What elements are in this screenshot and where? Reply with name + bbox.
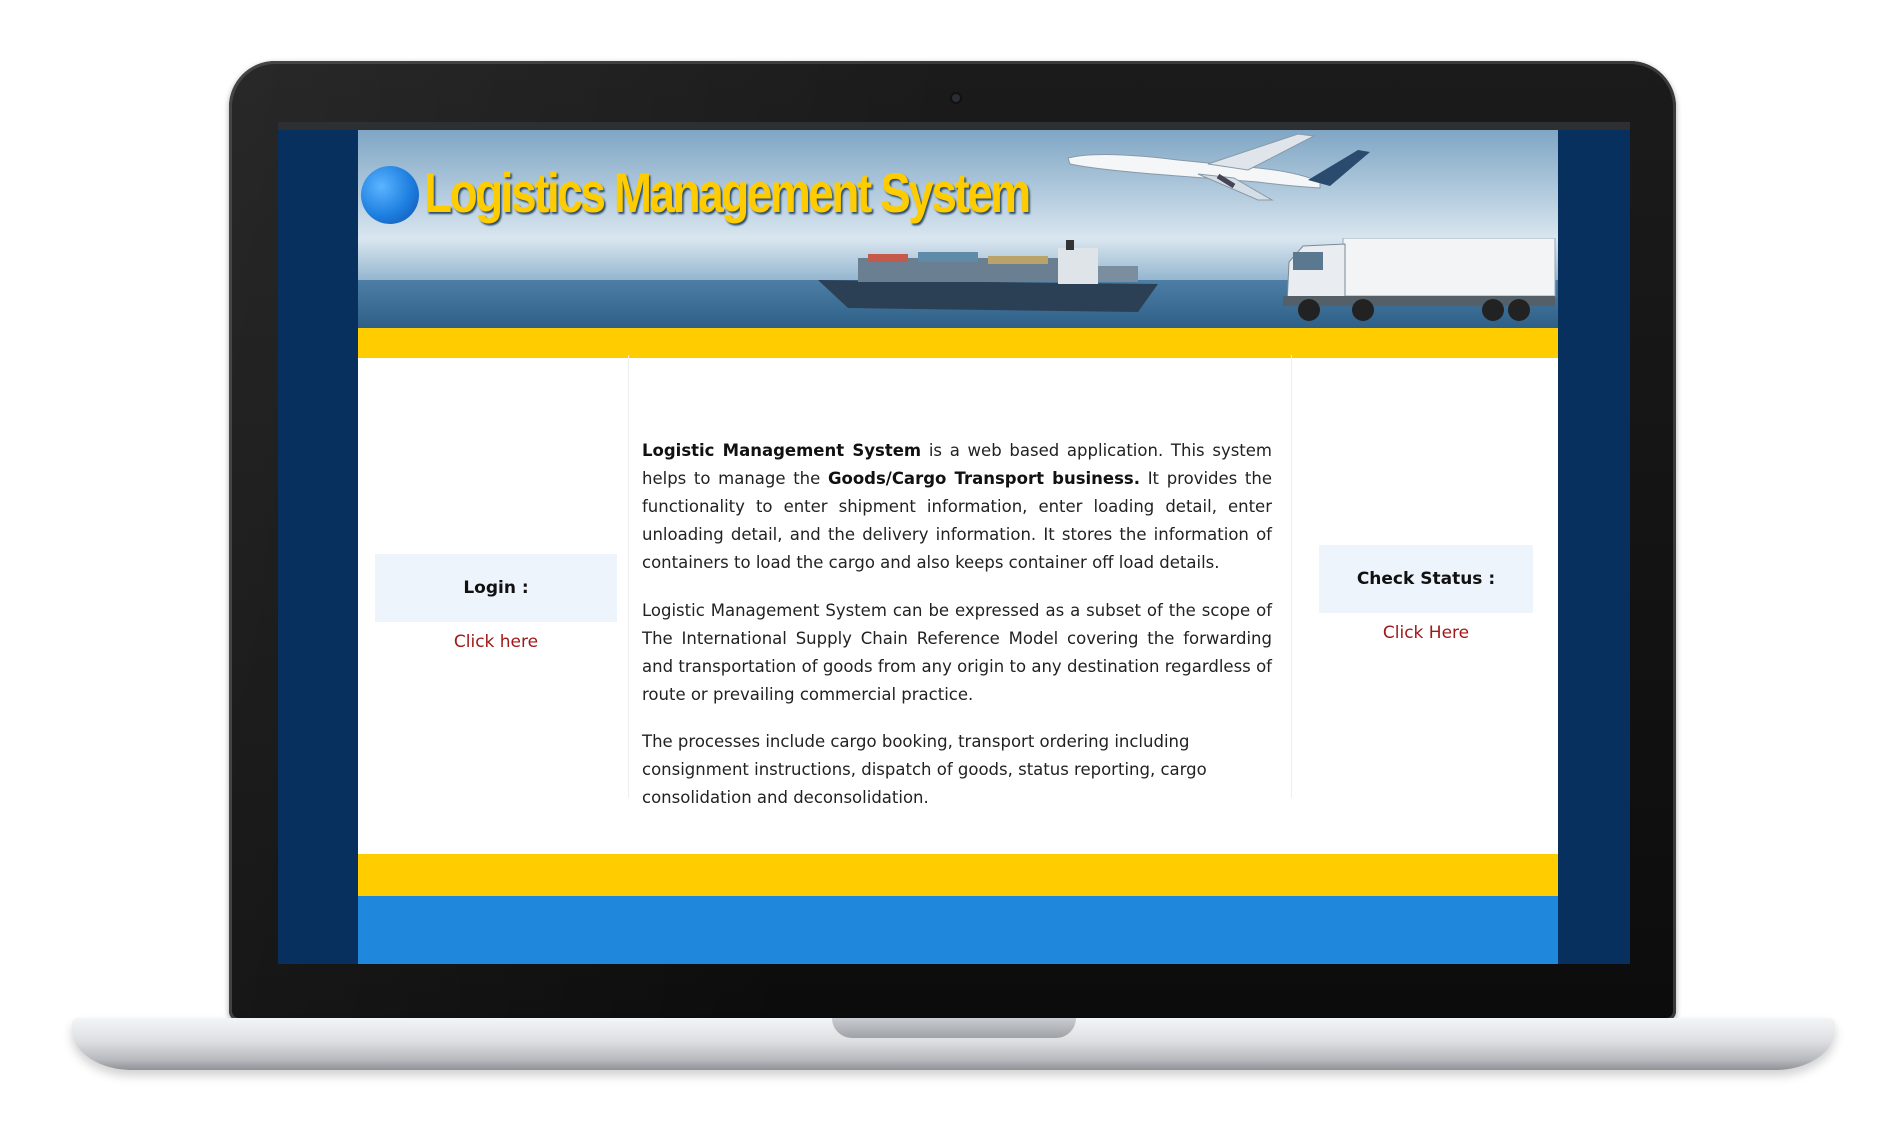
- truck-icon: [1283, 238, 1556, 321]
- header-bar: [358, 328, 1558, 358]
- web-page: Logistics Management System Login: Clic…: [358, 130, 1558, 964]
- check-status-label: Check Status :: [1356, 569, 1496, 589]
- footer: [358, 896, 1558, 964]
- check-status-panel: Check Status :: [1319, 545, 1533, 613]
- screen: Logistics Management System Login: Clic…: [278, 122, 1630, 964]
- login-label: Login :: [463, 578, 529, 598]
- footer-bar: [358, 854, 1558, 896]
- check-status-link[interactable]: Click Here: [1319, 623, 1533, 643]
- site-title: Logistics Management System: [424, 161, 1031, 224]
- camera-icon: [952, 94, 960, 102]
- login-link[interactable]: Click here: [375, 632, 617, 652]
- header-banner: Logistics Management System: [358, 130, 1558, 328]
- processes-paragraph: The processes include cargo booking, tra…: [642, 732, 1207, 807]
- intro-paragraph: Logistic Management System is a web base…: [642, 437, 1272, 577]
- airplane-icon: [1067, 133, 1370, 201]
- login-panel: Login :: [375, 554, 617, 622]
- intro-bold-title: Logistic Management System: [642, 441, 922, 460]
- scope-paragraph: Logistic Management System can be expres…: [642, 601, 1272, 704]
- laptop-notch: [832, 1018, 1076, 1038]
- cargo-ship-icon: [818, 240, 1158, 312]
- intro-bold-business: Goods/Cargo Transport business.: [827, 469, 1141, 488]
- screen-bezel-line: [278, 122, 1630, 130]
- globe-icon: [361, 166, 419, 224]
- description-panel: Logistic Management System is a web base…: [628, 355, 1292, 807]
